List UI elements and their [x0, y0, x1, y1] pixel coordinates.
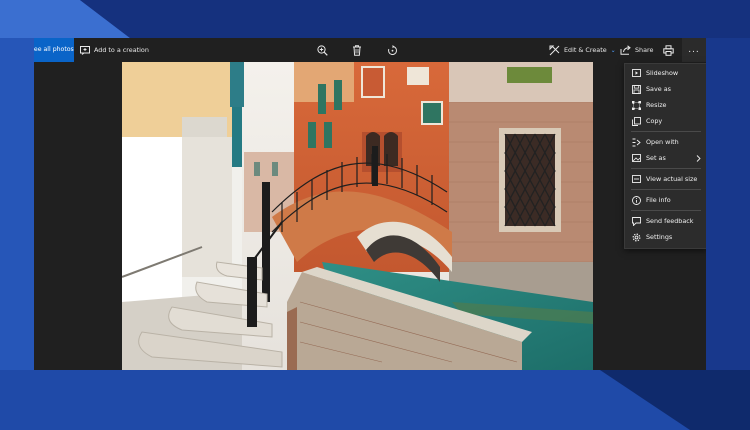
- copy-icon: [631, 116, 641, 126]
- edit-create-button[interactable]: Edit & Create ⌄: [549, 38, 616, 62]
- menu-item-label: Send feedback: [646, 217, 694, 225]
- share-button[interactable]: Share: [620, 38, 653, 62]
- menu-item-label: View actual size: [646, 175, 698, 183]
- menu-divider: [631, 189, 701, 190]
- add-to-creation-button[interactable]: Add to a creation: [80, 38, 149, 62]
- share-icon: [620, 45, 631, 55]
- share-label: Share: [635, 46, 654, 54]
- menu-divider: [631, 210, 701, 211]
- menu-item-save-as[interactable]: Save as: [625, 81, 706, 97]
- menu-item-send-feedback[interactable]: Send feedback: [625, 213, 706, 229]
- rotate-icon: [387, 44, 398, 56]
- menu-item-open-with[interactable]: Open with: [625, 134, 706, 150]
- menu-item-file-info[interactable]: File info: [625, 192, 706, 208]
- rotate-button[interactable]: [387, 38, 398, 62]
- save-icon: [631, 84, 641, 94]
- menu-item-settings[interactable]: Settings: [625, 229, 706, 245]
- add-to-creation-label: Add to a creation: [94, 46, 149, 54]
- menu-item-slideshow[interactable]: Slideshow: [625, 65, 706, 81]
- feedback-icon: [631, 216, 641, 226]
- edit-create-icon: [549, 45, 560, 56]
- add-creation-icon: [80, 45, 90, 55]
- info-icon: [631, 195, 641, 205]
- open-with-icon: [631, 137, 641, 147]
- menu-item-label: Open with: [646, 138, 679, 146]
- menu-item-label: File info: [646, 196, 671, 204]
- slideshow-icon: [631, 68, 641, 78]
- menu-item-label: Set as: [646, 154, 666, 162]
- menu-item-view-actual-size[interactable]: View actual size: [625, 171, 706, 187]
- see-all-photos-button[interactable]: See all photos: [34, 38, 74, 62]
- print-button[interactable]: [663, 38, 674, 62]
- edit-create-label: Edit & Create: [564, 46, 607, 54]
- top-toolbar: See all photos Add to a creation Edit & …: [34, 38, 706, 62]
- menu-item-set-as[interactable]: Set as: [625, 150, 706, 166]
- menu-divider: [631, 168, 701, 169]
- menu-item-label: Slideshow: [646, 69, 679, 77]
- menu-item-resize[interactable]: Resize: [625, 97, 706, 113]
- actual-size-icon: [631, 174, 641, 184]
- more-options-button[interactable]: ...: [682, 38, 706, 62]
- printer-icon: [663, 44, 674, 56]
- menu-item-label: Settings: [646, 233, 673, 241]
- zoom-in-icon: [317, 44, 328, 56]
- delete-button[interactable]: [352, 38, 362, 62]
- zoom-button[interactable]: [317, 38, 328, 62]
- menu-item-copy[interactable]: Copy: [625, 113, 706, 129]
- menu-item-label: Save as: [646, 85, 671, 93]
- menu-divider: [631, 131, 701, 132]
- chevron-right-icon: [696, 150, 701, 166]
- resize-icon: [631, 100, 641, 110]
- menu-item-label: Resize: [646, 101, 667, 109]
- chevron-down-icon: ⌄: [610, 46, 616, 54]
- menu-item-label: Copy: [646, 117, 663, 125]
- gear-icon: [631, 232, 641, 242]
- photos-app-window: See all photos Add to a creation Edit & …: [34, 38, 706, 370]
- set-as-icon: [631, 153, 641, 163]
- photo-image: [122, 62, 593, 370]
- more-options-menu: Slideshow Save as Resize Copy Open with …: [624, 63, 706, 249]
- trash-icon: [352, 44, 362, 56]
